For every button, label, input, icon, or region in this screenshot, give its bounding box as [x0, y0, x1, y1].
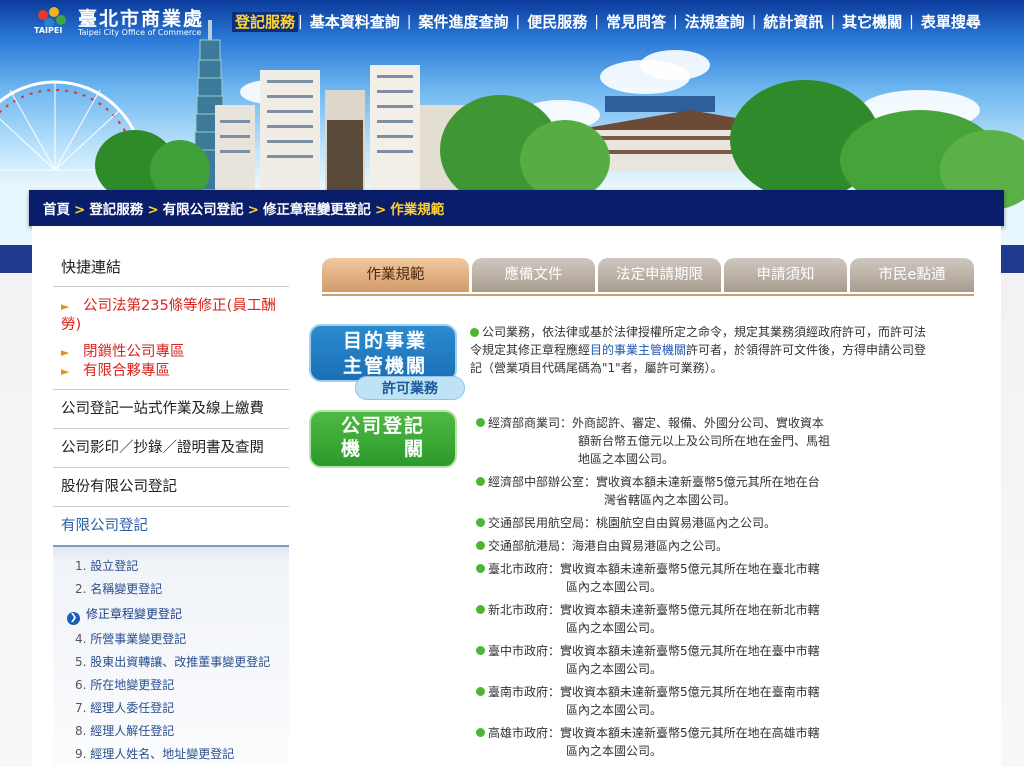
bullet-dot-icon [476, 518, 485, 527]
nav-form-search[interactable]: 表單搜尋 [914, 12, 988, 32]
nav-regulation-query[interactable]: 法規查詢 [678, 12, 752, 32]
breadcrumb-separator: > [247, 202, 259, 218]
nav-case-progress-query[interactable]: 案件進度查詢 [411, 12, 515, 32]
sub-item-name-change[interactable]: 2. 名稱變更登記 [53, 578, 289, 601]
bullet-dot-icon [476, 687, 485, 696]
chevron-right-icon: ❯ [67, 612, 80, 625]
bullet-dot-icon [476, 605, 485, 614]
breadcrumb: 首頁 > 登記服務 > 有限公司登記 > 修正章程變更登記 > 作業規範 [29, 190, 1004, 226]
registration-authority-badge: 公司登記 機 關 [309, 410, 457, 468]
breadcrumb-articles-amendment[interactable]: 修正章程變更登記 [263, 202, 371, 218]
top-navigation: 登記服務 | 基本資料查詢 | 案件進度查詢 | 便民服務 | 常見問答 | 法… [232, 12, 988, 32]
tab-citizen-e-service[interactable]: 市民e點通 [850, 258, 974, 292]
intro-paragraph: 公司業務，依法律或基於法律授權所定之命令，規定其業務須經政府許可，而許可法令規定… [470, 325, 927, 375]
list-item: 高雄市政府：實收資本額未達新臺幣5億元其所在地在高雄市轄 區內之本國公司。 [476, 724, 916, 760]
bullet-dot-icon [476, 418, 485, 427]
sidebar-link-label: 有限合夥專區 [83, 363, 170, 379]
sidebar-link-company-act-amendment[interactable]: ► 公司法第235條等修正(員工酬勞) [61, 297, 289, 335]
tab-required-documents[interactable]: 應備文件 [472, 258, 595, 292]
list-item: 新北市政府：實收資本額未達新臺幣5億元其所在地在新北市轄 區內之本國公司。 [476, 601, 916, 637]
list-item: 經濟部商業司：外商認許、審定、報備、外國分公司、實收資本 額新台幣五億元以上及公… [476, 414, 916, 468]
bullet-dot-icon [476, 477, 485, 486]
sub-item-articles-amendment[interactable]: ❯ 修正章程變更登記 [53, 601, 289, 628]
triangle-right-icon: ► [61, 346, 70, 359]
breadcrumb-registration-services[interactable]: 登記服務 [89, 202, 143, 218]
sub-item-manager-dismissal[interactable]: 8. 經理人解任登記 [53, 720, 289, 743]
badge-line: 公司登記 [340, 415, 425, 437]
breadcrumb-limited-company[interactable]: 有限公司登記 [163, 202, 244, 218]
bullet-dot-icon [470, 328, 479, 337]
quick-links-title: 快捷連結 [53, 248, 289, 287]
bullet-dot-icon [476, 728, 485, 737]
triangle-right-icon: ► [61, 365, 70, 378]
sub-item-establishment[interactable]: 1. 設立登記 [53, 555, 289, 578]
sub-item-manager-info-change[interactable]: 9. 經理人姓名、地址變更登記 [53, 743, 289, 766]
sub-item-manager-appointment[interactable]: 7. 經理人委任登記 [53, 697, 289, 720]
city-hall-image [215, 65, 465, 190]
nav-registration-services[interactable]: 登記服務 [232, 12, 299, 32]
tab-operating-rules[interactable]: 作業規範 [322, 258, 469, 292]
sub-item-business-change[interactable]: 4. 所營事業變更登記 [53, 628, 289, 651]
sidebar-link-closely-held-company[interactable]: ► 閉鎖性公司專區 [61, 343, 289, 362]
breadcrumb-separator: > [74, 202, 86, 218]
site-logo[interactable]: TAIPEI 臺北市商業處 Taipei City Office of Comm… [34, 4, 210, 37]
nav-faq[interactable]: 常見問答 [599, 12, 673, 32]
sidebar-link-limited-company-registration[interactable]: 有限公司登記 [53, 507, 289, 547]
permit-business-label: 許可業務 [355, 376, 465, 400]
logo-english-title: Taipei City Office of Commerce [78, 28, 202, 37]
bullet-dot-icon [476, 541, 485, 550]
authority-list: 經濟部商業司：外商認許、審定、報備、外國分公司、實收資本 額新台幣五億元以上及公… [476, 414, 916, 765]
sidebar: 快捷連結 ► 公司法第235條等修正(員工酬勞) ► 閉鎖性公司專區 ► 有限合夥專區… [53, 248, 289, 766]
badge-line: 目的事業 [342, 330, 427, 352]
sidebar-link-label: 公司法第235條等修正(員工酬勞) [61, 298, 276, 333]
logo-chinese-title: 臺北市商業處 [78, 8, 205, 30]
sidebar-link-corporation-registration[interactable]: 股份有限公司登記 [53, 468, 289, 507]
breadcrumb-home[interactable]: 首頁 [43, 202, 70, 218]
list-item: 交通部航港局：海港自由貿易港區內之公司。 [476, 537, 916, 555]
list-item: 經濟部中部辦公室：實收資本額未達新臺幣5億元其所在地在台 灣省轄區內之本國公司。 [476, 473, 916, 509]
tab-application-notes[interactable]: 申請須知 [724, 258, 847, 292]
breadcrumb-separator: > [374, 202, 387, 218]
sidebar-sub-list: 1. 設立登記 2. 名稱變更登記 ❯ 修正章程變更登記 4. 所營事業變更登記 … [53, 547, 289, 766]
sub-item-address-change[interactable]: 6. 所在地變更登記 [53, 674, 289, 697]
competent-authority-link[interactable]: 目的事業主管機關 [590, 343, 686, 357]
sub-item-capital-transfer[interactable]: 5. 股東出資轉讓、改推董事變更登記 [53, 651, 289, 674]
logo-taipei-text: TAIPEI [34, 26, 63, 35]
nav-citizen-services[interactable]: 便民服務 [520, 12, 594, 32]
breadcrumb-separator: > [147, 202, 159, 218]
badge-line: 機 關 [340, 438, 425, 460]
nav-statistics[interactable]: 統計資訊 [756, 12, 830, 32]
breadcrumb-current: 作業規範 [390, 202, 445, 218]
nav-other-agencies[interactable]: 其它機關 [835, 12, 909, 32]
sidebar-link-copy-certificate[interactable]: 公司影印／抄錄／證明書及查閱 [53, 429, 289, 468]
tab-statutory-deadline[interactable]: 法定申請期限 [598, 258, 721, 292]
list-item: 臺中市政府：實收資本額未達新臺幣5億元其所在地在臺中市轄 區內之本國公司。 [476, 642, 916, 678]
bullet-dot-icon [476, 646, 485, 655]
nav-basic-data-query[interactable]: 基本資料查詢 [303, 12, 407, 32]
triangle-right-icon: ► [61, 300, 70, 313]
list-item: 臺南市政府：實收資本額未達新臺幣5億元其所在地在臺南市轄 區內之本國公司。 [476, 683, 916, 719]
sidebar-link-limited-partnership[interactable]: ► 有限合夥專區 [61, 362, 289, 381]
sidebar-link-label: 閉鎖性公司專區 [83, 344, 185, 360]
tab-bar: 作業規範 應備文件 法定申請期限 申請須知 市民e點通 [322, 258, 974, 296]
bullet-dot-icon [476, 564, 485, 573]
competent-authority-badge: 目的事業 主管機關 許可業務 [309, 324, 465, 400]
list-item: 交通部民用航空局：桃園航空自由貿易港區內之公司。 [476, 514, 916, 532]
list-item: 臺北市政府：實收資本額未達新臺幣5億元其所在地在臺北市轄 區內之本國公司。 [476, 560, 916, 596]
sidebar-link-one-stop-registration[interactable]: 公司登記一站式作業及線上繳費 [53, 390, 289, 429]
